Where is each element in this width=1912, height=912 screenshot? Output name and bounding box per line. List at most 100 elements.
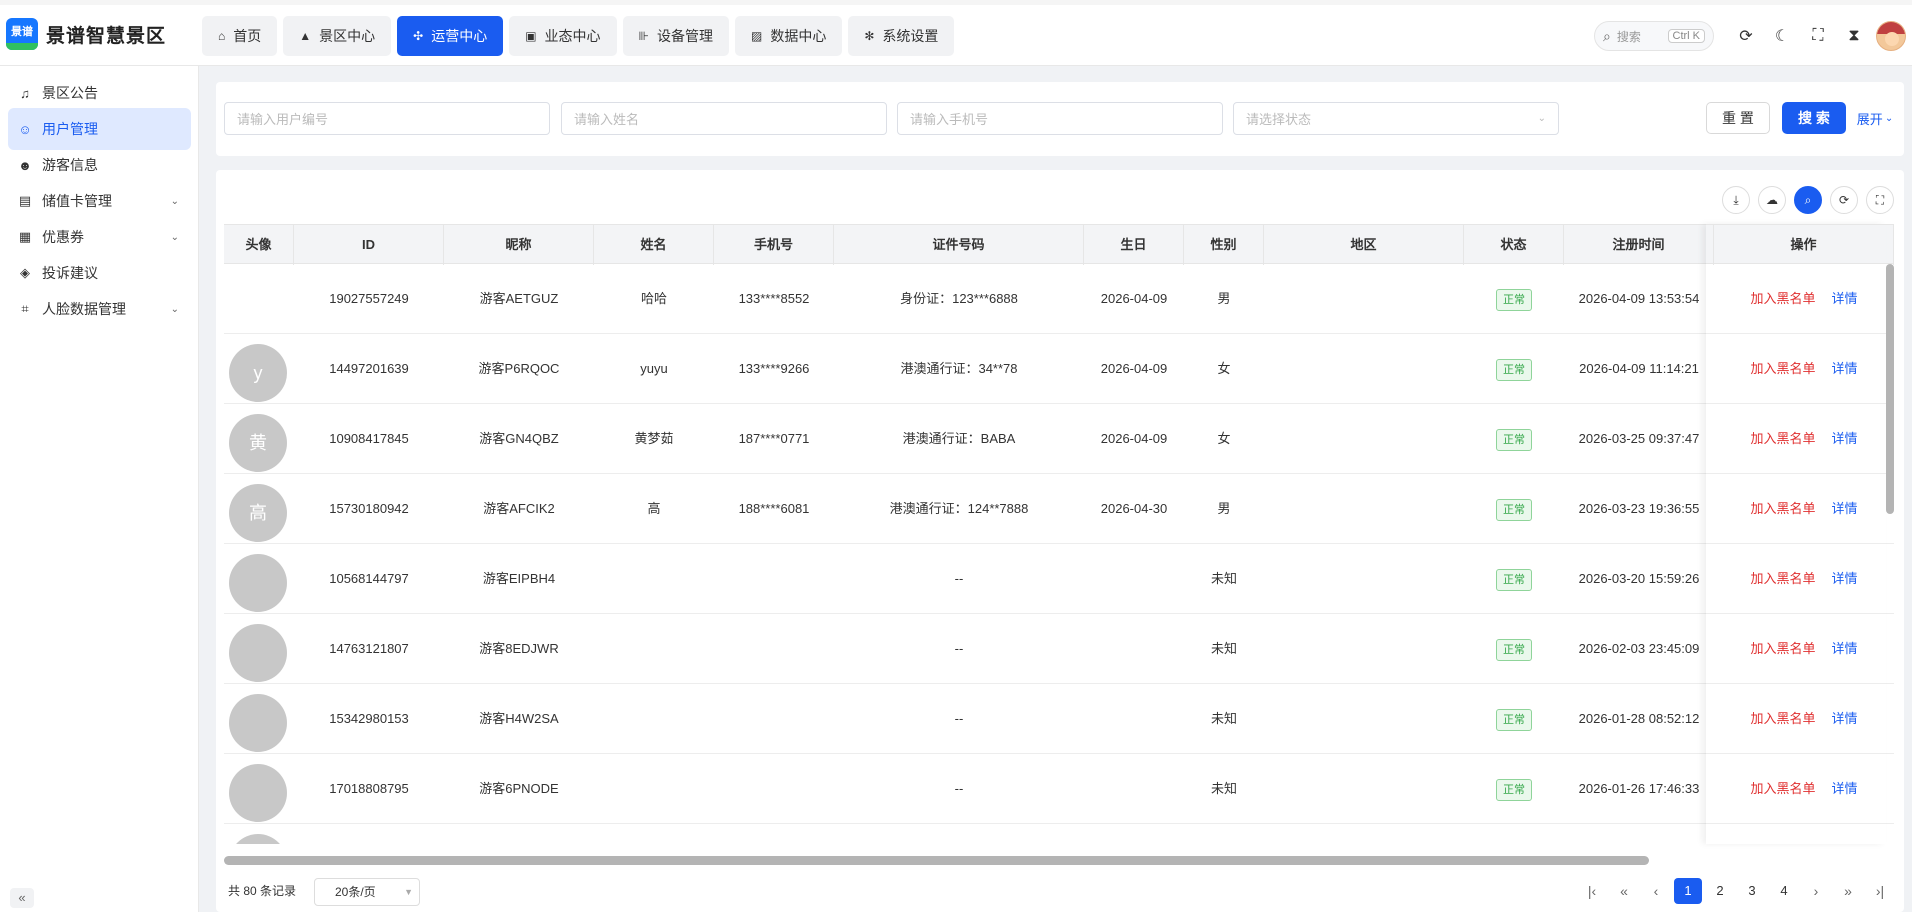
hourglass-icon[interactable]: ⧗ [1836, 27, 1872, 45]
cell-operations: 加入黑名单 详情 [1714, 544, 1894, 614]
cell-birthday [1084, 684, 1184, 754]
main-nav: ⌂ 首页 ▲ 景区中心 ✣ 运营中心 ▣ 业态中心 ⊪ 设备管理 ▨ 数据中心 ✻ 系统设置 [202, 16, 955, 56]
vertical-scroll-thumb[interactable] [1886, 264, 1894, 514]
cell-id: 10568144797 [329, 571, 409, 586]
upload-cloud-icon[interactable]: ☁ [1758, 186, 1786, 214]
avatar-face [1885, 32, 1899, 46]
table-row: 19027557249 游客AETGUZ 哈哈 133****8552 身份证：123*… [224, 264, 1894, 334]
reload-icon[interactable]: ⟳ [1830, 186, 1858, 214]
add-to-blacklist-link[interactable]: 加入黑名单 [1750, 641, 1815, 656]
download-icon[interactable]: ⤓ [1722, 186, 1750, 214]
add-to-blacklist-link[interactable]: 加入黑名单 [1750, 361, 1815, 376]
nav-tab-2[interactable]: ✣ 运营中心 [397, 16, 504, 56]
caret-down-icon: ▼ [404, 887, 413, 897]
page-size-select[interactable]: 20条/页 ▼ [314, 878, 420, 906]
next-page-icon[interactable]: › [1802, 878, 1830, 904]
collapse-sidebar-icon[interactable]: « [10, 888, 34, 908]
nav-tab-5[interactable]: ▨ 数据中心 [735, 16, 843, 56]
nav-tab-label: 设备管理 [657, 28, 713, 44]
column-header-status: 状态 [1464, 225, 1564, 265]
add-to-blacklist-link[interactable]: 加入黑名单 [1750, 571, 1815, 586]
reset-button[interactable]: 重 置 [1706, 102, 1770, 134]
add-to-blacklist-link[interactable]: 加入黑名单 [1750, 501, 1815, 516]
avatar [229, 624, 287, 682]
nav-tab-4[interactable]: ⊪ 设备管理 [622, 16, 729, 56]
page-4[interactable]: 4 [1770, 878, 1798, 904]
cell-id: 17018808795 [329, 781, 409, 796]
cell-reg_time: 2026-01-28 08:52:12 [1578, 711, 1700, 726]
add-to-blacklist-link[interactable]: 加入黑名单 [1750, 431, 1815, 446]
detail-link[interactable]: 详情 [1832, 641, 1858, 656]
fullscreen-icon[interactable]: ⛶ [1800, 27, 1836, 45]
cell-cert: -- [954, 641, 964, 656]
next-group-icon[interactable]: » [1834, 878, 1862, 904]
prev-group-icon[interactable]: « [1610, 878, 1638, 904]
detail-link[interactable]: 详情 [1832, 571, 1858, 586]
cell-region [1264, 404, 1464, 474]
sidebar-item-6[interactable]: ⌗ 人脸数据管理 ⌄ [8, 288, 191, 330]
status-select[interactable]: 请选择状态 ⌄ [1233, 102, 1559, 135]
nav-tab-3[interactable]: ▣ 业态中心 [509, 16, 617, 56]
last-page-icon[interactable]: ›| [1866, 878, 1894, 904]
filter-bar: 请输入用户编号 请输入姓名 请输入手机号 请选择状态 ⌄ 重 置 搜 索 展开 … [216, 82, 1904, 156]
first-page-icon[interactable]: |‹ [1578, 878, 1606, 904]
cell-status: 正常 [1464, 614, 1564, 684]
avatar [229, 554, 287, 612]
page-3[interactable]: 3 [1738, 878, 1766, 904]
table-body: 19027557249 游客AETGUZ 哈哈 133****8552 身份证：123*… [224, 264, 1894, 844]
detail-link[interactable]: 详情 [1832, 361, 1858, 376]
search-button[interactable]: 搜 索 [1782, 102, 1846, 134]
vertical-scrollbar[interactable] [1886, 264, 1894, 844]
cell-gender: 未知 [1210, 641, 1237, 656]
add-to-blacklist-link[interactable]: 加入黑名单 [1750, 781, 1815, 796]
fullscreen-table-icon[interactable]: ⛶ [1866, 186, 1894, 214]
page-2[interactable]: 2 [1706, 878, 1734, 904]
name-input[interactable]: 请输入姓名 [561, 102, 887, 135]
horizontal-scrollbar[interactable] [224, 856, 1894, 866]
cell-cert: -- [954, 711, 964, 726]
page-1[interactable]: 1 [1674, 878, 1702, 904]
cell-birthday: 2026-04-30 [1100, 501, 1168, 516]
pager: |‹ «‹ 1 2 3 4 ›» ›| [1578, 878, 1894, 904]
nav-tab-0[interactable]: ⌂ 首页 [202, 16, 278, 56]
add-to-blacklist-link[interactable]: 加入黑名单 [1750, 711, 1815, 726]
nav-tab-1[interactable]: ▲ 景区中心 [283, 16, 392, 56]
moon-icon[interactable]: ☾ [1764, 26, 1800, 46]
app-logo[interactable]: 景谱 景谱智慧景区 [6, 18, 166, 50]
column-header-phone: 手机号 [714, 225, 834, 265]
chart-icon: ▨ [751, 29, 763, 43]
avatar: 黄 [229, 414, 287, 472]
refresh-icon[interactable]: ⟳ [1728, 26, 1764, 46]
user-avatar[interactable] [1876, 21, 1906, 51]
user-table-card: ⤓ ☁ ⌕ ⟳ ⛶ 头像 ID 昵称 姓名 手机号 证件号码 生日 性别 地区 状态 注册时间 操作 … [216, 170, 1904, 912]
detail-link[interactable]: 详情 [1832, 781, 1858, 796]
status-badge: 正常 [1496, 708, 1532, 731]
cell-region [1264, 824, 1464, 844]
detail-link[interactable]: 详情 [1832, 431, 1858, 446]
nav-tab-6[interactable]: ✻ 系统设置 [848, 16, 955, 56]
expand-filter-button[interactable]: 展开 ⌄ [1854, 102, 1896, 134]
horizontal-scroll-thumb[interactable] [224, 856, 1649, 865]
cell-avatar [224, 614, 294, 684]
cell-region [1264, 264, 1464, 334]
cell-phone [714, 684, 834, 754]
cell-gender: 未知 [1210, 711, 1237, 726]
cell-nickname [444, 824, 594, 844]
table-row: 14763121807 游客8EDJWR -- 未知 正常 2026-02-03 23:4… [224, 614, 1894, 684]
detail-link[interactable]: 详情 [1832, 711, 1858, 726]
cell-avatar [224, 754, 294, 824]
add-to-blacklist-link[interactable]: 加入黑名单 [1750, 291, 1815, 306]
cell-reg_time: 2026-04-09 11:14:21 [1579, 361, 1699, 376]
detail-link[interactable]: 详情 [1832, 501, 1858, 516]
cell-cert: 港澳通行证：BABA [902, 431, 1016, 446]
phone-input[interactable]: 请输入手机号 [897, 102, 1223, 135]
cell-avatar [224, 684, 294, 754]
search-toggle-icon[interactable]: ⌕ [1794, 186, 1822, 214]
global-search[interactable]: ⌕ 搜索 Ctrl K [1594, 21, 1714, 51]
cell-avatar [224, 824, 294, 844]
detail-link[interactable]: 详情 [1832, 291, 1858, 306]
nav-tab-label: 首页 [233, 28, 262, 44]
user-id-input[interactable]: 请输入用户编号 [224, 102, 550, 135]
prev-page-icon[interactable]: ‹ [1642, 878, 1670, 904]
expand-label: 展开 [1856, 111, 1883, 127]
